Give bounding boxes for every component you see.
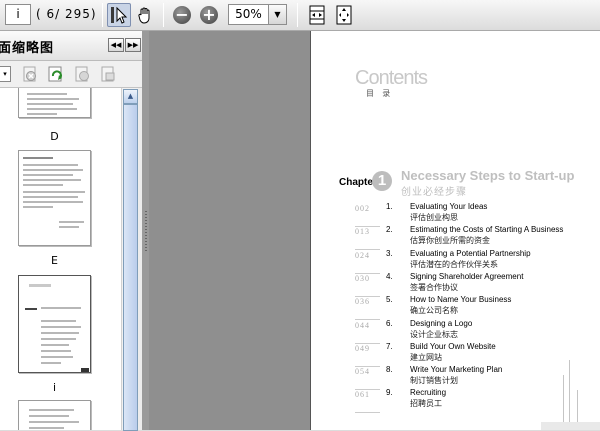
select-tool-icon [111,6,128,24]
toc-item-title: Build Your Own Website [410,341,496,351]
rotate-page-icon[interactable] [48,66,64,82]
zoom-in-icon: + [200,6,218,24]
toc-item-number: 3. [386,248,393,258]
toc-entry: 054 8. Write Your Marketing Plan 制订销售计划 [311,365,600,391]
splitter-grip-icon [145,211,147,251]
toc-page-number: 013 [355,227,370,237]
toc-item-title: Evaluating Your Ideas [410,202,488,211]
toc-entry: 024 3. Evaluating a Potential Partnership 评… [311,249,600,275]
toc-item-title-cn: 确立公司名称 [410,306,458,316]
toc-item-title: How to Name Your Business [410,295,512,305]
fit-width-icon [309,5,325,25]
print-page-icon[interactable] [100,66,116,82]
toc-item-number: 2. [386,225,393,235]
toc-item-number: 8. [386,365,393,375]
toc-page-number: 061 [355,390,370,400]
toc-entry: 061 9. Recruiting 招聘员工 [311,388,600,414]
chevron-down-icon: ▼ [274,10,281,19]
toc-page-number: 036 [355,297,370,307]
toc-item-number: 5. [386,295,393,305]
thumbnail-panel: 面缩略图 ◀◀ ▶▶ ▾ D E i ▲ [0,31,143,431]
scroll-up-button[interactable]: ▲ [123,89,138,104]
chapter-title-cn: 创业必经步骤 [401,187,467,198]
toc-page-number: 049 [355,343,370,353]
thumbnail-scrollbar[interactable]: ▲ [121,88,138,431]
toc-item-title: Estimating the Costs of Starting A Busin… [410,225,564,235]
toc-item-title: Signing Shareholder Agreement [410,271,524,281]
thumbnail-label: E [51,254,58,267]
document-page: Contents 目 录 Chapter 1 Necessary Steps t… [310,31,600,430]
select-tool-button[interactable] [107,3,131,27]
panel-menu-button[interactable]: ▾ [0,66,11,82]
decorative-strip [541,422,600,430]
hand-tool-button[interactable] [133,3,157,27]
toc-entry: 036 5. How to Name Your Business 确立公司名称 [311,295,600,321]
chevron-up-icon: ▲ [127,92,134,100]
page-count: ( 6/ 295) [36,7,97,21]
toc-page-number: 030 [355,273,370,283]
toc-item-title-cn: 制订销售计划 [410,376,458,386]
toc-page-number: 054 [355,367,370,377]
toc-item-title-cn: 评估创业构思 [410,213,458,222]
delete-page-icon[interactable] [22,66,38,82]
thumbnail-page-current[interactable] [18,275,91,373]
panel-title: 面缩略图 [0,41,55,56]
expand-panel-button[interactable]: ▶▶ [125,38,141,52]
thumbnail-page[interactable] [18,150,91,246]
panel-toolbar: ▾ [0,61,142,88]
contents-heading: Contents [355,67,428,89]
contents-heading-cn: 目 录 [366,89,394,98]
toc-item-number: 7. [386,341,393,351]
thumbnail-label: D [50,130,59,143]
toc-entry: 013 2. Estimating the Costs of Starting A … [311,225,600,251]
toc-item-title-cn: 建立网站 [410,352,442,362]
toc-item-number: 4. [386,271,393,281]
hand-tool-icon [138,7,150,24]
decorative-bar [569,360,570,430]
chapter-number: 1 [372,171,392,191]
thumbnail-label: i [52,381,57,394]
toc-item-number: 6. [386,318,393,328]
scrollbar-thumb[interactable] [123,104,138,431]
toc-item-title: Recruiting [410,388,447,398]
toc-page-number: 024 [355,250,370,260]
panel-header: 面缩略图 ◀◀ ▶▶ [0,31,142,61]
thumbnail-page[interactable] [18,400,91,430]
fit-page-icon [336,5,352,25]
toc-item-number: 9. [386,388,393,398]
toc-entry: 030 4. Signing Shareholder Agreement 签署合作协议 [311,272,600,298]
toolbar-separator [297,3,298,27]
toc-item-title-cn: 签署合作协议 [410,282,458,292]
toc-item-title-cn: 设计企业标志 [410,329,458,339]
toc-entry: 044 6. Designing a Logo 设计企业标志 [311,319,600,345]
toc-entry: 002 1. Evaluating Your Ideas 评估创业构思 [311,202,600,228]
thumbnail-list[interactable]: D E i [0,88,121,430]
toc-item-title-cn: 评估潜在的合作伙伴关系 [410,259,498,269]
fit-page-button[interactable] [332,3,356,27]
thumbnail-page[interactable] [18,88,91,118]
toc-entry: 049 7. Build Your Own Website 建立网站 [311,342,600,368]
toc-page-number: 044 [355,320,370,330]
toolbar: i ( 6/ 295) − + 50% ▼ [0,0,600,31]
toc-item-title: Write Your Marketing Plan [410,365,503,375]
zoom-out-icon: − [173,6,191,24]
toc-page-number: 002 [355,204,370,213]
zoom-level-input[interactable]: 50% [228,4,269,25]
zoom-dropdown-button[interactable]: ▼ [269,4,287,25]
page-number-input[interactable]: i [5,4,31,25]
collapse-panel-button[interactable]: ◀◀ [108,38,124,52]
chapter-title: Necessary Steps to Start-up [401,168,575,183]
toolbar-separator [102,3,103,27]
toc-item-title-cn: 估算你创业所需的资金 [410,236,490,246]
zoom-out-button[interactable]: − [170,3,194,27]
fit-width-button[interactable] [305,3,329,27]
zoom-in-button[interactable]: + [197,3,221,27]
toc-item-title: Evaluating a Potential Partnership [410,248,531,258]
toc-divider [355,412,380,414]
extract-page-icon[interactable] [74,66,90,82]
toc-item-number: 1. [386,202,393,211]
toolbar-separator [163,3,164,27]
toc-item-title: Designing a Logo [410,318,473,328]
toc-item-title-cn: 招聘员工 [410,399,442,409]
